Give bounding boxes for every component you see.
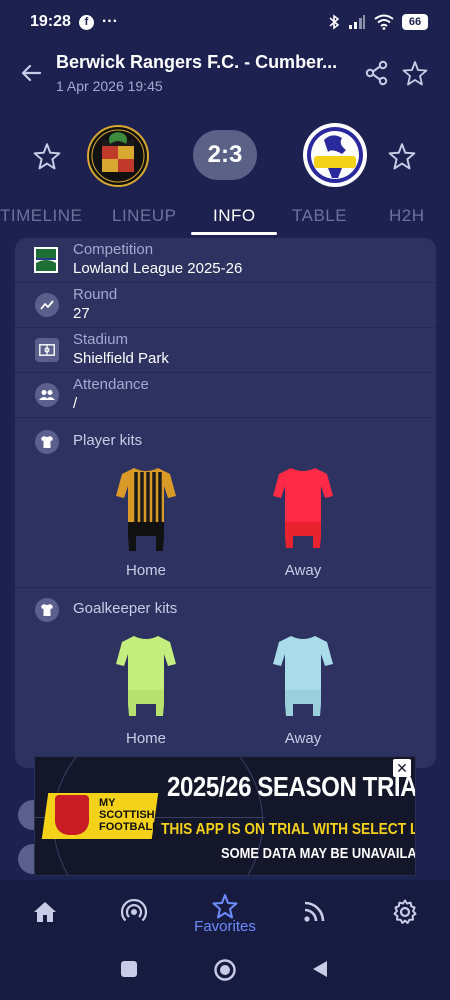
recent-apps-icon[interactable] xyxy=(120,960,138,978)
back-triangle-icon[interactable] xyxy=(311,960,329,978)
more-notifications-icon: ··· xyxy=(101,13,118,30)
gear-icon xyxy=(393,899,417,924)
away-team-crest-icon[interactable] xyxy=(302,122,368,188)
gk-kit-home-label: Home xyxy=(125,730,166,747)
round-row: Round 27 xyxy=(15,283,436,328)
match-tabs: TIMELINE LINEUP INFO TABLE H2H xyxy=(0,200,450,236)
active-tab-indicator xyxy=(191,232,277,235)
home-team-crest-icon[interactable] xyxy=(86,122,150,190)
competition-logo-icon xyxy=(34,247,58,273)
tab-info[interactable]: INFO xyxy=(213,206,256,226)
goalkeeper-kits-section: Goalkeeper kits Home Away xyxy=(15,588,436,758)
nav-feed[interactable] xyxy=(294,892,334,932)
signal-icon xyxy=(349,15,365,29)
player-kit-home-label: Home xyxy=(125,562,166,579)
round-value: 27 xyxy=(73,305,90,322)
attendance-value: / xyxy=(73,395,78,412)
system-navigation-bar xyxy=(0,944,450,1000)
stadium-label: Stadium xyxy=(73,331,129,348)
gk-kit-away-label: Away xyxy=(284,730,322,747)
status-bar: 19:28 f ··· 66 xyxy=(0,0,450,44)
nav-settings[interactable] xyxy=(385,892,425,932)
goalkeeper-kits-title: Goalkeeper kits xyxy=(73,600,178,617)
ad-brand-text: MY SCOTTISH FOOTBALL xyxy=(99,797,159,833)
bluetooth-icon xyxy=(329,14,340,30)
shirt-icon xyxy=(35,598,59,622)
back-arrow-icon[interactable] xyxy=(18,60,44,86)
player-kit-away-label: Away xyxy=(284,562,322,579)
match-info-card: Competition Lowland League 2025-26 Round… xyxy=(15,238,436,768)
stadium-value: Shielfield Park xyxy=(73,350,169,367)
ad-close-button[interactable]: ✕ xyxy=(393,759,411,777)
scottish-fa-badge-icon xyxy=(55,795,89,835)
shirt-icon xyxy=(35,430,59,454)
stadium-icon xyxy=(35,338,59,362)
trend-icon xyxy=(35,293,59,317)
page-title: Berwick Rangers F.C. - Cumber... xyxy=(56,52,338,72)
favorite-match-star-icon[interactable] xyxy=(402,60,428,86)
attendance-label: Attendance xyxy=(73,376,149,393)
competition-value: Lowland League 2025-26 xyxy=(73,260,243,277)
home-circle-icon[interactable] xyxy=(213,958,237,982)
match-datetime: 1 Apr 2026 19:45 xyxy=(56,78,163,94)
stadium-row: Stadium Shielfield Park xyxy=(15,328,436,373)
favorites-label[interactable]: Favorites xyxy=(185,918,265,935)
favorite-away-team-star-icon[interactable] xyxy=(388,142,416,170)
wifi-icon xyxy=(374,14,394,30)
tab-h2h[interactable]: H2H xyxy=(389,206,425,226)
ad-subline: THIS APP IS ON TRIAL WITH SELECT LEAGUES xyxy=(161,821,415,838)
favorite-home-team-star-icon[interactable] xyxy=(33,142,61,170)
rss-icon xyxy=(304,901,325,922)
ad-headline: 2025/26 SEASON TRIAL xyxy=(167,771,416,802)
ad-banner[interactable]: MY SCOTTISH FOOTBALL 2025/26 SEASON TRIA… xyxy=(34,756,416,876)
player-kits-title: Player kits xyxy=(73,432,143,449)
match-score: 2:3 xyxy=(193,130,257,180)
round-label: Round xyxy=(73,286,118,303)
attendance-row: Attendance / xyxy=(15,373,436,418)
share-icon[interactable] xyxy=(364,60,390,86)
gk-home-kit-icon xyxy=(116,636,176,716)
battery-indicator: 66 xyxy=(402,14,428,30)
player-kits-section: Player kits Home Away xyxy=(15,418,436,588)
tab-table[interactable]: TABLE xyxy=(292,206,347,226)
favorites-star-icon xyxy=(212,894,238,919)
tab-lineup[interactable]: LINEUP xyxy=(112,206,176,226)
live-broadcast-icon xyxy=(121,899,147,922)
nav-home[interactable] xyxy=(25,892,65,932)
match-header: Berwick Rangers F.C. - Cumber... 1 Apr 2… xyxy=(0,44,450,106)
competition-label: Competition xyxy=(73,241,154,258)
gk-away-kit-icon xyxy=(273,636,333,716)
scoreline: 2:3 xyxy=(0,118,450,198)
status-time: 19:28 xyxy=(30,13,71,30)
competition-row[interactable]: Competition Lowland League 2025-26 xyxy=(15,238,436,283)
bottom-navigation: Favorites xyxy=(0,880,450,944)
home-icon xyxy=(34,902,56,922)
home-kit-icon xyxy=(116,468,176,551)
nav-live[interactable] xyxy=(114,892,154,932)
people-icon xyxy=(35,383,59,407)
facebook-icon: f xyxy=(78,14,94,30)
ad-disclaimer: SOME DATA MAY BE UNAVAILABLE xyxy=(221,845,416,862)
tab-timeline[interactable]: TIMELINE xyxy=(0,206,82,226)
away-kit-icon xyxy=(273,468,333,548)
